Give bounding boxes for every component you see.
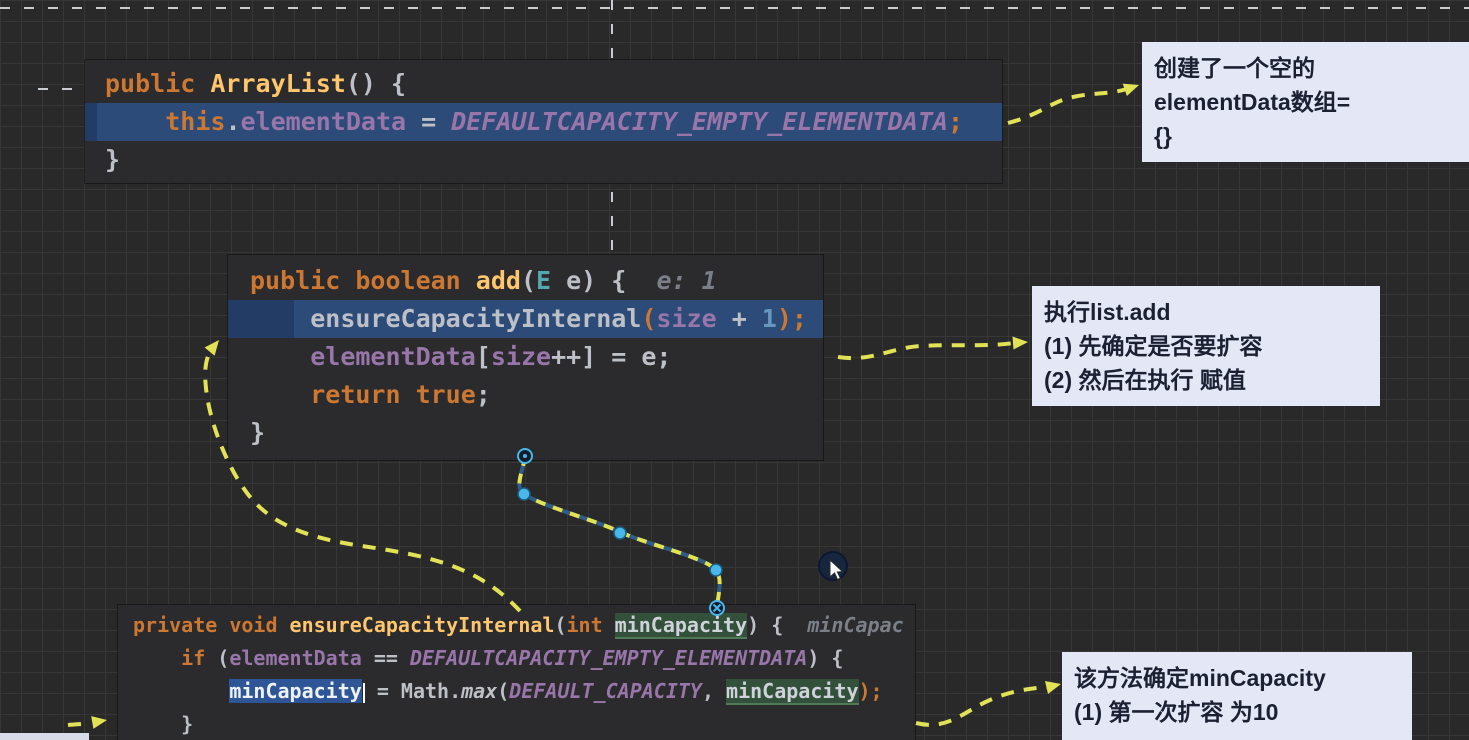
- guide-line-horizontal-left: [38, 88, 85, 90]
- note-text: 创建了一个空的: [1154, 55, 1315, 81]
- code-line: return true;: [310, 380, 491, 409]
- note-empty-elementdata[interactable]: 创建了一个空的 elementData数组= {}: [1142, 42, 1469, 162]
- note-text: (1) 第一次扩容 为10: [1074, 699, 1279, 725]
- note-text: {}: [1154, 123, 1172, 149]
- drawn-dot[interactable]: [818, 551, 848, 581]
- code-line: }: [133, 712, 194, 736]
- code-snippet-add-method[interactable]: public boolean add(E e) { e: 1 ensureCap…: [228, 255, 823, 460]
- code-line: ensureCapacityInternal(size + 1);: [228, 300, 823, 338]
- connector-point[interactable]: [709, 563, 723, 577]
- arrow-ensure-to-note[interactable]: [915, 681, 1061, 727]
- code-line: private void ensureCapacityInternal(int …: [133, 613, 904, 639]
- arrow-add-to-note[interactable]: [837, 336, 1028, 360]
- code-line: minCapacity = Math.max(DEFAULT_CAPACITY,…: [229, 679, 883, 705]
- note-text: (1) 先确定是否要扩容: [1044, 333, 1263, 359]
- arrowhead: [204, 340, 219, 356]
- connector-selected[interactable]: [517, 448, 725, 616]
- code-line: this.elementData = DEFAULTCAPACITY_EMPTY…: [85, 103, 1002, 141]
- code-line: elementData[size++] = e;: [310, 342, 672, 371]
- note-list-add-steps[interactable]: 执行list.add (1) 先确定是否要扩容 (2) 然后在执行 赋值: [1032, 286, 1380, 406]
- note-text: elementData数组=: [1154, 89, 1351, 115]
- arrowhead: [1122, 83, 1139, 96]
- connector-point[interactable]: [517, 487, 531, 501]
- mouse-cursor: [829, 558, 844, 581]
- code-line: }: [105, 145, 121, 174]
- code-line: if (elementData == DEFAULTCAPACITY_EMPTY…: [181, 646, 844, 670]
- note-min-capacity[interactable]: 该方法确定minCapacity (1) 第一次扩容 为10: [1062, 652, 1412, 740]
- guide-line-horizontal-top: [0, 7, 1469, 9]
- arrowhead: [1045, 681, 1061, 694]
- arrow-ctor-to-note[interactable]: [1007, 83, 1139, 125]
- annotation-canvas: public ArrayList() { this.elementData = …: [0, 0, 1469, 740]
- note-text: (2) 然后在执行 赋值: [1044, 367, 1246, 393]
- code-snippet-arraylist-constructor[interactable]: public ArrayList() { this.elementData = …: [85, 60, 1002, 183]
- arrowhead: [1012, 336, 1028, 350]
- connector-point[interactable]: [613, 526, 627, 540]
- arrowhead: [91, 716, 107, 729]
- arrow-offscreen-left[interactable]: [67, 716, 107, 729]
- code-snippet-ensure-capacity-internal[interactable]: private void ensureCapacityInternal(int …: [118, 605, 915, 740]
- code-line: public ArrayList() {: [105, 69, 407, 98]
- note-text: 执行list.add: [1044, 299, 1171, 325]
- code-line: public boolean add(E e) { e: 1: [250, 266, 717, 295]
- partial-note-bottom-left[interactable]: [0, 733, 89, 740]
- note-text: 该方法确定minCapacity: [1074, 665, 1326, 691]
- code-line: }: [250, 418, 266, 447]
